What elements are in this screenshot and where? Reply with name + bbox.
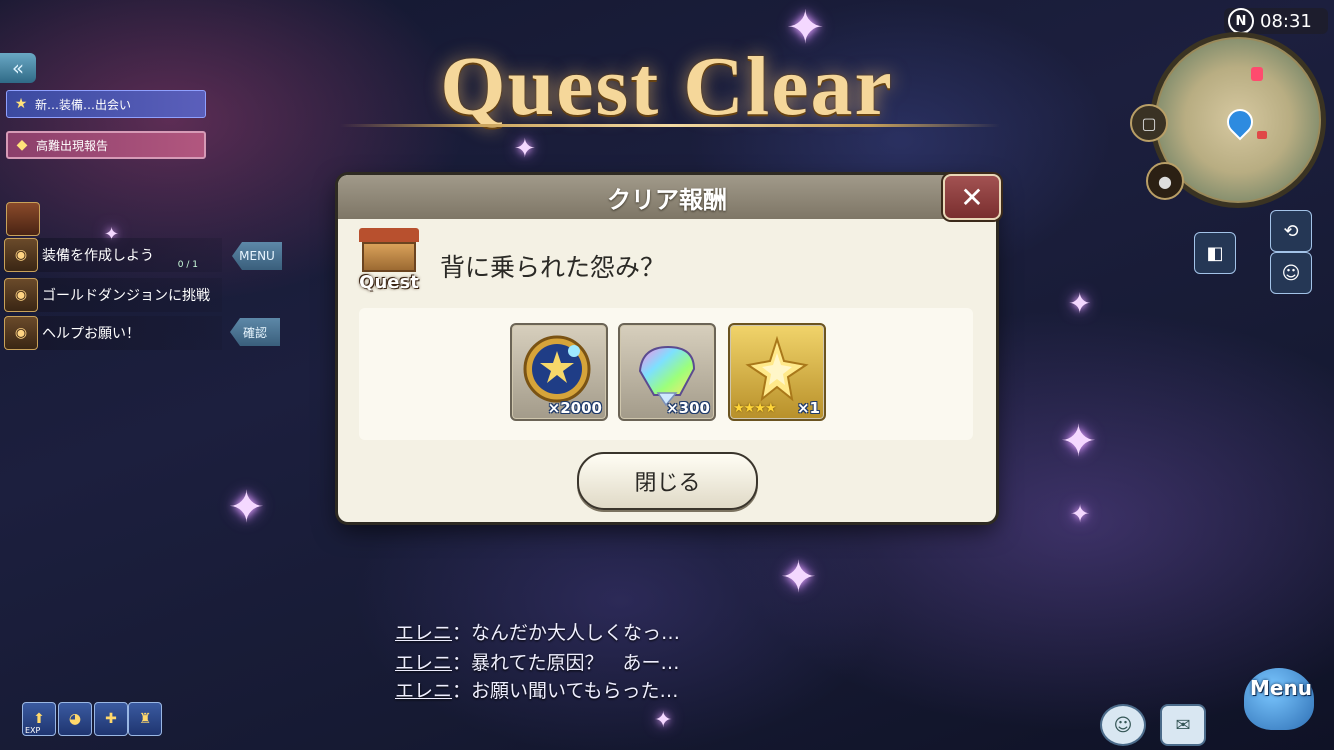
enemy-marker-icon	[1257, 131, 1267, 139]
close-button[interactable]: 閉じる	[577, 452, 758, 510]
clock: N 08:31	[1224, 8, 1328, 34]
beast-icon: ◆	[16, 137, 28, 153]
dialogue-text: ：暴れてた原因？ あー…	[452, 652, 680, 674]
dialogue-line: エレニ：なんだか大人しくなっ…	[395, 618, 680, 645]
quest-row[interactable]: ◉ ゴールドダンジョンに挑戦	[4, 278, 222, 312]
rarity-stars: ★★★★	[733, 401, 777, 416]
quest-row-label: 装備を作成しよう	[42, 248, 154, 264]
sparkle-icon: ✦	[514, 134, 536, 164]
quest-list-icon[interactable]	[6, 202, 40, 236]
reward-item[interactable]: ×300	[618, 323, 716, 421]
sparkle-icon: ✦	[1060, 416, 1097, 467]
quest-icon: ◉	[4, 238, 38, 272]
sparkle-icon: ✦	[1068, 287, 1092, 320]
minimap-mode-button[interactable]: ●	[1146, 162, 1184, 200]
sparkle-icon: ✦	[654, 708, 673, 733]
quest-row[interactable]: ◉ 装備を作成しよう 0 / 1	[4, 238, 222, 272]
quest-icon: ◉	[4, 278, 38, 312]
quest-row[interactable]: ◉ ヘルプお願い！	[4, 316, 222, 350]
reward-quantity: ×300	[666, 399, 710, 417]
reward-quantity: ×2000	[547, 399, 602, 417]
camera-icon[interactable]: ◧	[1194, 232, 1236, 274]
gold-boost-icon[interactable]: ◕	[58, 702, 92, 736]
player-marker-icon	[1221, 103, 1259, 141]
chat-icon[interactable]: ✉	[1160, 704, 1206, 746]
minimap-zoom-button[interactable]: ▢	[1130, 104, 1168, 142]
reward-quantity: ×1	[796, 399, 820, 417]
event-banner[interactable]: ★ 新…装備…出会い	[6, 90, 206, 118]
castle-boost-icon[interactable]: ♜	[128, 702, 162, 736]
sparkle-icon: ✦	[780, 552, 817, 603]
exp-label: EXP	[25, 726, 41, 735]
exp-boost-icon[interactable]: ⬆ EXP	[22, 702, 56, 736]
alert-banner-label: 高難出現報告	[36, 138, 109, 153]
main-menu-button[interactable]: Menu	[1226, 662, 1326, 748]
clock-time: 08:31	[1260, 10, 1312, 32]
enemy-marker-icon	[1251, 67, 1263, 81]
drop-boost-icon[interactable]: ✚	[94, 702, 128, 736]
menu-tag-button[interactable]: MENU	[232, 242, 282, 270]
quest-row-label: ヘルプお願い！	[42, 326, 140, 342]
quest-board-icon: Quest	[356, 228, 422, 296]
quest-icon: ◉	[4, 316, 38, 350]
speaker-name: エレニ	[395, 680, 453, 702]
dialogue-line: エレニ：お願い聞いてもらった…	[395, 676, 679, 703]
reward-item[interactable]: ★★★★ ×1	[728, 323, 826, 421]
dialogue-line: エレニ：暴れてた原因？ あー…	[395, 648, 679, 675]
dialog-header: クリア報酬	[338, 175, 996, 219]
menu-label: Menu	[1250, 676, 1312, 700]
collapse-panel-button[interactable]: «	[0, 53, 36, 83]
alert-banner[interactable]: ◆ 高難出現報告	[6, 131, 206, 159]
event-banner-label: 新…装備…出会い	[35, 97, 132, 112]
party-icon[interactable]: ☺	[1270, 252, 1312, 294]
sparkle-icon: ✦	[228, 482, 265, 533]
quest-progress: 0 / 1	[177, 260, 198, 270]
reward-item[interactable]: ×2000	[510, 323, 608, 421]
speaker-name: エレニ	[395, 622, 453, 644]
speaker-name: エレニ	[395, 652, 453, 674]
title-divider	[340, 124, 1000, 127]
close-icon[interactable]: ✕	[943, 174, 1001, 220]
star-icon: ★	[14, 96, 28, 112]
quest-row-label: ゴールドダンジョンに挑戦	[42, 288, 210, 304]
dialogue-text: ：なんだか大人しくなっ…	[452, 622, 681, 644]
dialogue-text: ：お願い聞いてもらった…	[452, 680, 679, 702]
quest-badge-label: Quest	[359, 272, 419, 293]
auto-button-icon[interactable]: ⟲	[1270, 210, 1312, 252]
compass-north-icon: N	[1228, 8, 1254, 34]
stamp-icon[interactable]: ☺	[1100, 704, 1146, 746]
sparkle-icon: ✦	[1070, 500, 1091, 528]
confirm-tag-button[interactable]: 確認	[230, 318, 280, 346]
quest-name: 背に乗られた怨み？	[440, 253, 666, 282]
